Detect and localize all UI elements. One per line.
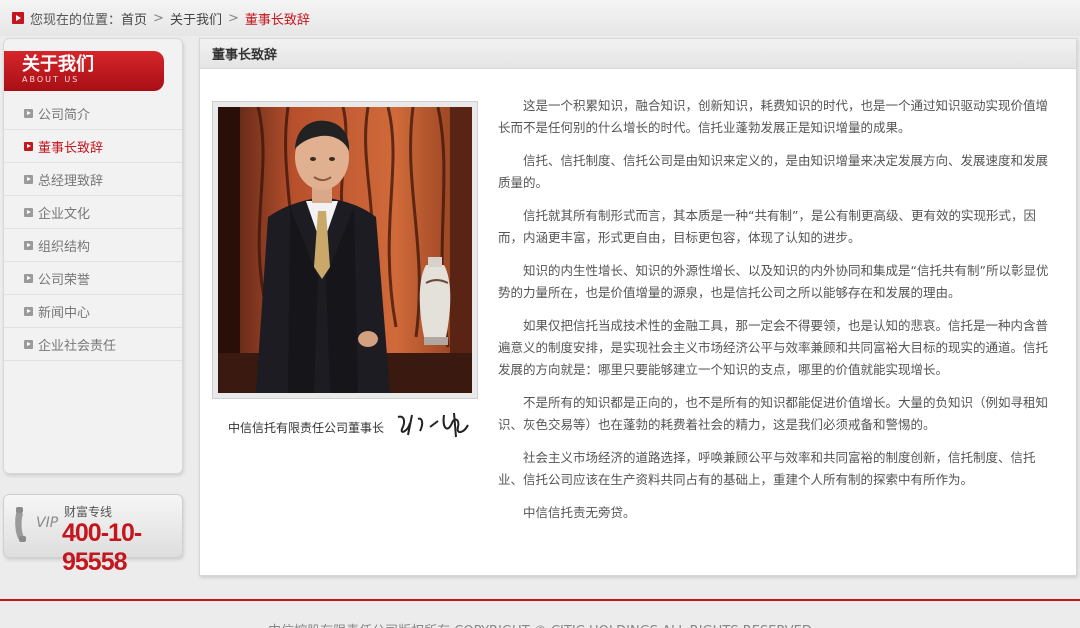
sidebar-item-social-responsibility[interactable]: 企业社会责任: [4, 328, 182, 361]
speech-paragraph: 如果仅把信托当成技术性的金融工具，那一定会不得要领，也是认知的悲哀。信托是一种内…: [498, 318, 1049, 377]
bullet-arrow-icon: [24, 174, 33, 184]
bullet-arrow-icon: [24, 240, 33, 250]
breadcrumb-current: 董事长致辞: [244, 12, 310, 28]
chairman-photo: [218, 107, 472, 393]
sidebar-item-label: 组织结构: [38, 239, 91, 255]
chairman-photo-frame: [212, 101, 478, 399]
breadcrumb-home-link[interactable]: 首页: [121, 9, 147, 28]
footer-copyright: 中信控股有限责任公司版权所有 COPYRIGHT © CITIC HOLDING…: [0, 620, 1080, 628]
sidebar-item-organization[interactable]: 组织结构: [4, 229, 182, 262]
breadcrumb-parent-link[interactable]: 关于我们: [170, 9, 222, 28]
sidebar-item-label: 董事长致辞: [38, 140, 104, 156]
sidebar-subtitle: ABOUT US: [22, 75, 80, 84]
sidebar-item-gm-speech[interactable]: 总经理致辞: [4, 163, 182, 196]
speech-paragraph: 信托、信托制度、信托公司是由知识来定义的，是由知识增量来决定发展方向、发展速度和…: [498, 153, 1049, 190]
breadcrumb-separator: >: [227, 10, 239, 26]
sidebar-item-news[interactable]: 新闻中心: [4, 295, 182, 328]
speech-paragraph: 知识的内生性增长、知识的外源性增长、以及知识的内外协同和集成是“信托共有制”所以…: [498, 263, 1049, 300]
sidebar: 关于我们 ABOUT US 公司简介 董事长致辞 总经理致辞 企业文化 组织结构…: [3, 38, 183, 474]
sidebar-item-label: 企业社会责任: [38, 338, 117, 354]
bullet-arrow-icon: [24, 306, 33, 316]
phone-icon: [15, 507, 26, 542]
breadcrumb-prefix: 您现在的位置：: [30, 12, 122, 28]
bullet-arrow-icon: [24, 273, 33, 283]
sidebar-item-label: 新闻中心: [38, 305, 91, 321]
chairman-signature: [397, 412, 469, 438]
photo-caption: 中信信托有限责任公司董事长: [228, 421, 385, 435]
speech-paragraph: 社会主义市场经济的道路选择，呼唤兼顾公平与效率和共同富裕的制度创新，信托制度、信…: [498, 450, 1036, 487]
main-content: 董事长致辞 中信信托有限责任公司董事长 这是一个积累知识，融合知识，创新知识，耗…: [199, 38, 1077, 576]
vip-label: VIP: [36, 515, 59, 531]
breadcrumb: 您现在的位置： 首页 > 关于我们 > 董事长致辞: [0, 0, 1080, 36]
sidebar-item-label: 公司简介: [38, 107, 91, 123]
bullet-arrow-icon: [24, 339, 33, 349]
speech-paragraph: 中信信托责无旁贷。: [523, 505, 636, 520]
location-arrow-icon: [12, 12, 24, 24]
sidebar-title: 关于我们: [22, 54, 94, 75]
bullet-arrow-icon: [24, 207, 33, 217]
footer-divider: [0, 599, 1080, 601]
sidebar-item-chairman-speech[interactable]: 董事长致辞: [4, 130, 182, 163]
sidebar-item-company-profile[interactable]: 公司简介: [4, 97, 182, 130]
speech-paragraph: 信托就其所有制形式而言，其本质是一种“共有制”，是公有制更高级、更有效的实现形式…: [498, 208, 1036, 245]
bullet-arrow-icon: [24, 108, 33, 118]
sidebar-item-honors[interactable]: 公司荣誉: [4, 262, 182, 295]
sidebar-item-label: 企业文化: [38, 206, 91, 222]
hotline-number: 400-10-95558: [62, 519, 142, 576]
speech-text: 这是一个积累知识，融合知识，创新知识，耗费知识的时代，也是一个通过知识驱动实现价…: [498, 95, 1050, 535]
sidebar-item-label: 总经理致辞: [38, 173, 104, 189]
sidebar-menu: 公司简介 董事长致辞 总经理致辞 企业文化 组织结构 公司荣誉 新闻中心 企业社…: [4, 97, 182, 361]
sidebar-item-corporate-culture[interactable]: 企业文化: [4, 196, 182, 229]
speech-paragraph: 这是一个积累知识，融合知识，创新知识，耗费知识的时代，也是一个通过知识驱动实现价…: [498, 98, 1049, 135]
sidebar-item-label: 公司荣誉: [38, 272, 91, 288]
bullet-arrow-icon: [24, 141, 33, 151]
hotline-label: 财富专线: [64, 505, 113, 519]
breadcrumb-separator: >: [153, 10, 164, 26]
wealth-hotline-banner[interactable]: VIP 财富专线 400-10-95558: [3, 494, 183, 576]
page-title: 董事长致辞: [200, 39, 1076, 69]
speech-paragraph: 不是所有的知识都是正向的，也不是所有的知识都能促进价值增长。大量的负知识（例如寻…: [498, 395, 1049, 432]
sidebar-title-block: 关于我们 ABOUT US: [4, 51, 164, 91]
